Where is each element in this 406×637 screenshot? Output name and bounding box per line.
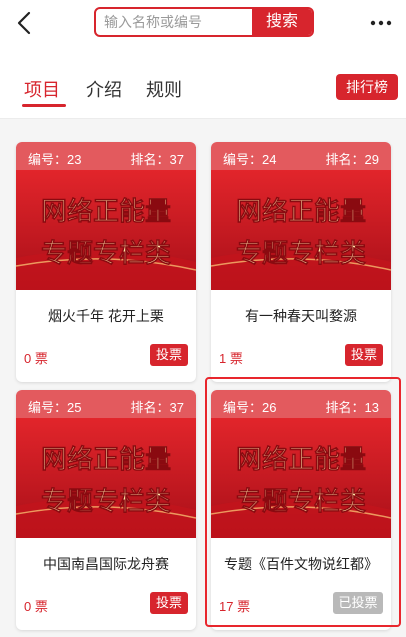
banner-line-2: 专题专栏类 bbox=[41, 239, 171, 269]
more-options-icon[interactable] bbox=[368, 10, 394, 36]
banner-line-2: 专题专栏类 bbox=[236, 487, 366, 517]
banner-line-1: 网络正能量 bbox=[236, 196, 366, 227]
banner-image: 网络正能量 专题专栏类 bbox=[211, 418, 391, 538]
card-header: 编号：23 排名：37 bbox=[16, 142, 196, 170]
tab-intro[interactable]: 介绍 bbox=[86, 76, 122, 102]
card-title: 中国南昌国际龙舟赛 bbox=[43, 556, 169, 572]
active-tab-indicator bbox=[22, 104, 66, 107]
card-number: 编号：24 bbox=[223, 152, 277, 167]
banner-line-1: 网络正能量 bbox=[41, 444, 171, 475]
banner-image: 网络正能量 专题专栏类 bbox=[16, 170, 196, 290]
vote-button[interactable]: 投票 bbox=[345, 344, 383, 366]
card-number: 编号：26 bbox=[223, 400, 277, 415]
search-button[interactable]: 搜索 bbox=[252, 9, 312, 35]
card-rank: 排名：13 bbox=[325, 400, 379, 415]
card-header: 编号：24 排名：29 bbox=[211, 142, 391, 170]
vote-button[interactable]: 投票 bbox=[150, 592, 188, 614]
back-icon[interactable] bbox=[12, 10, 38, 36]
card-title: 烟火千年 花开上栗 bbox=[48, 308, 164, 324]
banner-image: 网络正能量 专题专栏类 bbox=[211, 170, 391, 290]
card-title: 有一种春天叫婺源 bbox=[245, 308, 357, 324]
project-card[interactable]: 编号：25 排名：37 网络正能量 专题专栏类 中国南昌国际龙舟赛 0 票 投票 bbox=[16, 390, 196, 630]
vote-button[interactable]: 投票 bbox=[150, 344, 188, 366]
card-title: 专题《百件文物说红都》 bbox=[224, 556, 378, 572]
card-rank: 排名：29 bbox=[325, 152, 379, 167]
card-header: 编号：26 排名：13 bbox=[211, 390, 391, 418]
search-input[interactable] bbox=[96, 9, 252, 35]
vote-count: 0 票 bbox=[24, 599, 48, 614]
vote-count: 17 票 bbox=[219, 599, 251, 614]
banner-line-2: 专题专栏类 bbox=[236, 239, 366, 269]
voted-button[interactable]: 已投票 bbox=[333, 592, 383, 614]
banner-line-1: 网络正能量 bbox=[41, 196, 171, 227]
project-card[interactable]: 编号：26 排名：13 网络正能量 专题专栏类 专题《百件文物说红都》 17 票… bbox=[211, 390, 391, 630]
vote-count: 1 票 bbox=[219, 351, 243, 366]
top-bar: 搜索 bbox=[0, 0, 406, 48]
tab-bar: 项目 介绍 规则 排行榜 bbox=[0, 62, 406, 110]
card-header: 编号：25 排名：37 bbox=[16, 390, 196, 418]
banner-line-2: 专题专栏类 bbox=[41, 487, 171, 517]
project-grid: 编号：23 排名：37 网络正能量 专题专栏类 烟火千年 花开上栗 0 票 投票… bbox=[0, 124, 406, 637]
banner-image: 网络正能量 专题专栏类 bbox=[16, 418, 196, 538]
search-box: 搜索 bbox=[94, 7, 314, 37]
card-rank: 排名：37 bbox=[130, 400, 184, 415]
card-rank: 排名：37 bbox=[130, 152, 184, 167]
project-card[interactable]: 编号：24 排名：29 网络正能量 专题专栏类 有一种春天叫婺源 1 票 投票 bbox=[211, 142, 391, 382]
vote-count: 0 票 bbox=[24, 351, 48, 366]
banner-line-1: 网络正能量 bbox=[236, 444, 366, 475]
card-number: 编号：23 bbox=[28, 152, 82, 167]
tab-rules[interactable]: 规则 bbox=[146, 76, 182, 102]
card-number: 编号：25 bbox=[28, 400, 82, 415]
tab-projects[interactable]: 项目 bbox=[24, 76, 60, 102]
project-card[interactable]: 编号：23 排名：37 网络正能量 专题专栏类 烟火千年 花开上栗 0 票 投票 bbox=[16, 142, 196, 382]
leaderboard-button[interactable]: 排行榜 bbox=[336, 74, 398, 100]
